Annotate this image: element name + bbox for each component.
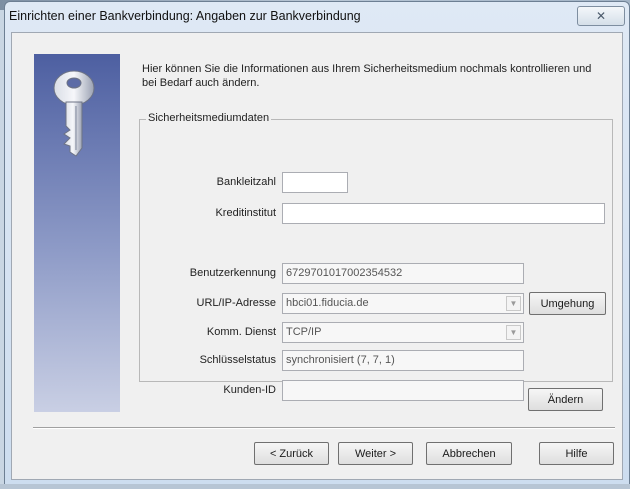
url-ip-dropdown[interactable]: hbci01.fiducia.de ▼: [282, 293, 524, 314]
kreditinstitut-field[interactable]: [282, 203, 605, 224]
key-icon: [53, 70, 95, 157]
sicherheitsmediumdaten-group: Sicherheitsmediumdaten Bankleitzahl Kred…: [139, 112, 613, 401]
schluesselstatus-label: Schlüsselstatus: [199, 354, 276, 366]
title-bar[interactable]: Einrichten einer Bankverbindung: Angaben…: [5, 2, 629, 32]
url-ip-value: hbci01.fiducia.de: [286, 297, 369, 309]
schluesselstatus-field: synchronisiert (7, 7, 1): [282, 350, 524, 371]
umgehung-button[interactable]: Umgehung: [529, 292, 606, 315]
aendern-button[interactable]: Ändern: [528, 388, 603, 411]
close-button[interactable]: ✕: [577, 6, 625, 26]
group-legend: Sicherheitsmediumdaten: [146, 112, 272, 124]
komm-dienst-dropdown[interactable]: TCP/IP ▼: [282, 322, 524, 343]
benutzerkennung-label: Benutzerkennung: [189, 267, 276, 279]
komm-dienst-label: Komm. Dienst: [206, 326, 276, 338]
close-icon: ✕: [595, 9, 607, 23]
kunden-id-field[interactable]: [282, 380, 524, 401]
hilfe-button[interactable]: Hilfe: [539, 442, 614, 465]
intro-text: Hier können Sie die Informationen aus Ih…: [142, 63, 592, 89]
background-strip-bottom: [0, 484, 630, 489]
weiter-button[interactable]: Weiter >: [338, 442, 413, 465]
dialog-window: Einrichten einer Bankverbindung: Angaben…: [4, 1, 630, 485]
bankleitzahl-label: Bankleitzahl: [216, 176, 276, 188]
komm-dienst-value: TCP/IP: [286, 326, 322, 338]
chevron-down-icon[interactable]: ▼: [506, 325, 521, 340]
window-title: Einrichten einer Bankverbindung: Angaben…: [9, 9, 361, 23]
chevron-down-icon[interactable]: ▼: [506, 296, 521, 311]
separator: [33, 427, 615, 429]
benutzerkennung-field[interactable]: 6729701017002354532: [282, 263, 524, 284]
kunden-id-label: Kunden-ID: [223, 384, 276, 396]
bankleitzahl-field[interactable]: [282, 172, 348, 193]
kreditinstitut-label: Kreditinstitut: [215, 207, 276, 219]
key-image-panel: [34, 54, 120, 412]
url-ip-label: URL/IP-Adresse: [196, 297, 276, 309]
zurueck-button[interactable]: < Zurück: [254, 442, 329, 465]
dialog-client-area: Hier können Sie die Informationen aus Ih…: [11, 32, 623, 480]
abbrechen-button[interactable]: Abbrechen: [426, 442, 512, 465]
